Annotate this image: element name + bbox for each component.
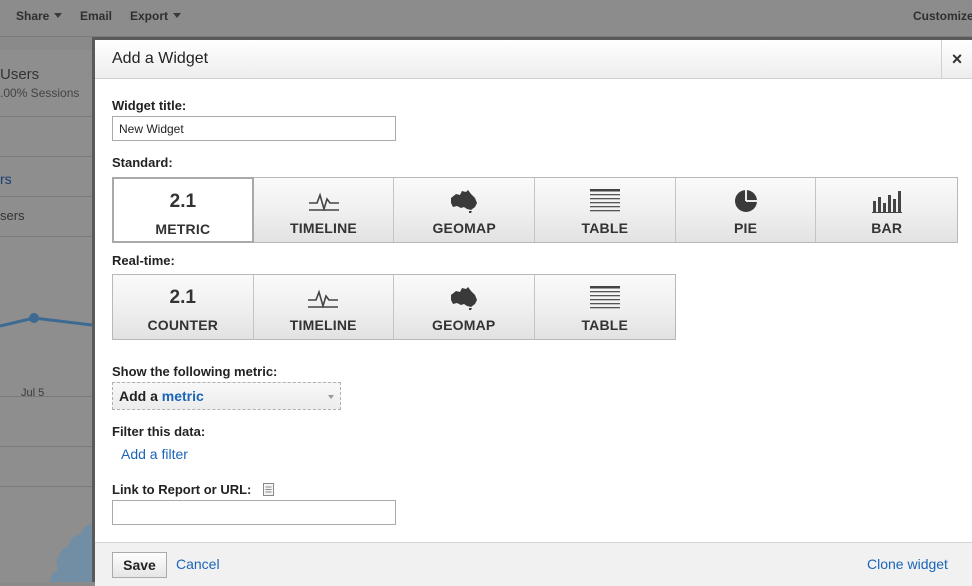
metric-label: Show the following metric: [112, 364, 278, 379]
type-label: GEOMAP [432, 317, 496, 333]
metric-select[interactable]: Add a metric [112, 382, 341, 410]
type-label: TABLE [581, 317, 629, 333]
share-menu: Share [16, 9, 63, 23]
background-rs-label: rs [0, 171, 12, 187]
dialog-footer: Save Cancel Clone widget [95, 542, 972, 586]
background-sers-label: sers [0, 208, 25, 223]
clone-widget-link[interactable]: Clone widget [867, 556, 948, 572]
standard-label: Standard: [112, 155, 173, 170]
standard-metric-button[interactable]: 2.1 METRIC [112, 177, 254, 243]
background-x-tick: Jul 5 [21, 387, 45, 399]
timeline-icon [254, 286, 394, 310]
email-link: Email [80, 9, 113, 23]
type-label: GEOMAP [432, 220, 496, 236]
widget-title-input[interactable] [112, 116, 396, 141]
realtime-counter-button[interactable]: 2.1 COUNTER [113, 275, 254, 339]
type-label: COUNTER [147, 317, 219, 333]
bar-icon [816, 189, 957, 213]
chevron-down-icon [328, 395, 334, 399]
close-button[interactable]: × [941, 40, 972, 78]
divider [0, 236, 92, 237]
pie-icon [676, 189, 816, 213]
divider [0, 196, 92, 197]
table-icon [535, 189, 675, 213]
metric-select-prefix: Add a [119, 388, 158, 404]
type-label: TABLE [581, 220, 629, 236]
standard-bar-button[interactable]: BAR [816, 178, 958, 242]
realtime-type-row: 2.1 COUNTER TIMELINE GEOMAP TABLE [112, 274, 676, 340]
widget-title-label: Widget title: [112, 98, 187, 113]
counter-icon: 2.1 [169, 287, 196, 308]
type-label: TIMELINE [290, 220, 357, 236]
export-menu: Export [130, 9, 182, 23]
type-label: TIMELINE [289, 317, 357, 333]
divider [0, 396, 92, 397]
realtime-table-button[interactable]: TABLE [534, 275, 676, 339]
chart-point [29, 313, 39, 323]
document-help-icon[interactable] [263, 483, 274, 496]
chart-line [0, 316, 92, 328]
divider [0, 486, 92, 487]
background-toolbar: Share Email Export Customize [0, 0, 972, 37]
cancel-button[interactable]: Cancel [176, 556, 220, 572]
add-filter-link[interactable]: Add a filter [121, 446, 188, 462]
standard-table-button[interactable]: TABLE [535, 178, 676, 242]
filter-label: Filter this data: [112, 424, 206, 439]
link-url-input[interactable] [112, 500, 396, 525]
background-users-label: Users [0, 66, 40, 83]
geomap-icon [394, 189, 534, 213]
metric-select-link: metric [161, 388, 204, 404]
link-label: Link to Report or URL: [112, 482, 252, 497]
type-label: METRIC [155, 221, 211, 237]
metric-icon: 2.1 [169, 191, 197, 212]
timeline-icon [254, 189, 394, 213]
realtime-geomap-button[interactable]: GEOMAP [394, 275, 535, 339]
divider [0, 156, 92, 157]
divider [0, 446, 92, 447]
background-sessions-label: .00% Sessions [0, 86, 80, 100]
standard-geomap-button[interactable]: GEOMAP [394, 178, 536, 242]
export-caret-icon [173, 13, 182, 18]
dialog-header: Add a Widget × [95, 40, 972, 79]
close-icon: × [951, 49, 963, 69]
type-label: PIE [733, 220, 758, 236]
type-label: BAR [871, 220, 903, 236]
geomap-icon [394, 286, 534, 310]
background-line-chart [0, 313, 92, 328]
dialog-title: Add a Widget [112, 50, 209, 67]
standard-type-row: 2.1 METRIC TIMELINE GEOMAP TABLE PIE BAR [112, 177, 958, 243]
share-caret-icon [54, 13, 63, 18]
customize-link: Customize [913, 9, 972, 23]
standard-timeline-button[interactable]: TIMELINE [253, 178, 395, 242]
table-icon [535, 286, 676, 310]
realtime-timeline-button[interactable]: TIMELINE [253, 275, 394, 339]
save-button[interactable]: Save [112, 552, 167, 578]
background-map [50, 524, 92, 582]
realtime-label: Real-time: [112, 253, 175, 268]
standard-pie-button[interactable]: PIE [675, 178, 817, 242]
add-widget-dialog: Add a Widget × Widget title: Standard: 2… [92, 37, 972, 586]
divider [0, 116, 92, 117]
